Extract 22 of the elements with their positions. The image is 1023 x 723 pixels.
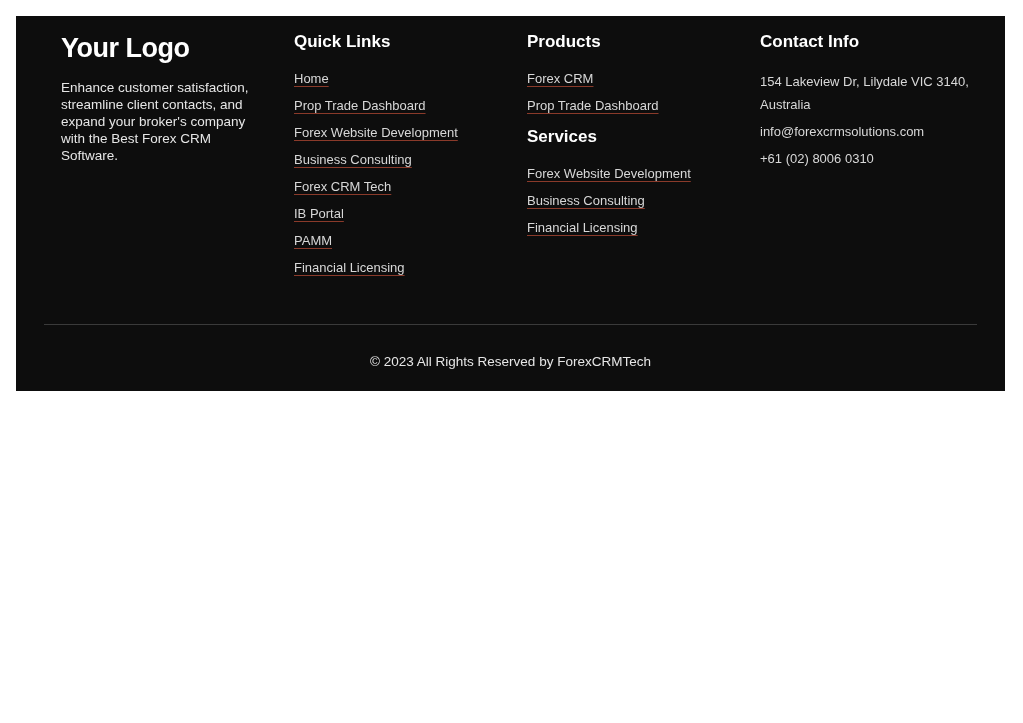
column-heading: Services — [527, 127, 598, 147]
footer-link[interactable]: Forex CRM — [527, 70, 594, 88]
column-heading: Quick Links — [294, 32, 392, 52]
column-heading: Contact Info — [760, 32, 861, 52]
footer-link[interactable]: Forex Website Development — [294, 124, 458, 142]
brand-description: Enhance customer satisfaction, streamline client contacts, and expand your broker's company with the Best Forex CRM Software. — [61, 79, 250, 164]
copyright-text: © 2023 All Rights Reserved by ForexCRMTech — [369, 354, 652, 369]
footer-link[interactable]: Prop Trade Dashboard — [527, 97, 659, 115]
footer-link[interactable]: Financial Licensing — [294, 259, 405, 277]
footer-link[interactable]: Prop Trade Dashboard — [294, 97, 426, 115]
footer-link[interactable]: Business Consulting — [527, 192, 645, 210]
contact-text: info@forexcrmsolutions.com — [760, 123, 926, 141]
footer-link[interactable]: Financial Licensing — [527, 219, 638, 237]
footer-link[interactable]: Home — [294, 70, 329, 88]
contact-text: +61 (02) 8006 0310 — [760, 150, 875, 168]
column-heading: Products — [527, 32, 602, 52]
footer-link[interactable]: Forex CRM Tech — [294, 178, 392, 196]
logo-text[interactable]: Your Logo — [61, 33, 294, 64]
footer-link[interactable]: PAMM — [294, 232, 333, 250]
footer-link[interactable]: Forex Website Development — [527, 165, 691, 183]
footer-link[interactable]: IB Portal — [294, 205, 344, 223]
footer-link[interactable]: Business Consulting — [294, 151, 412, 169]
